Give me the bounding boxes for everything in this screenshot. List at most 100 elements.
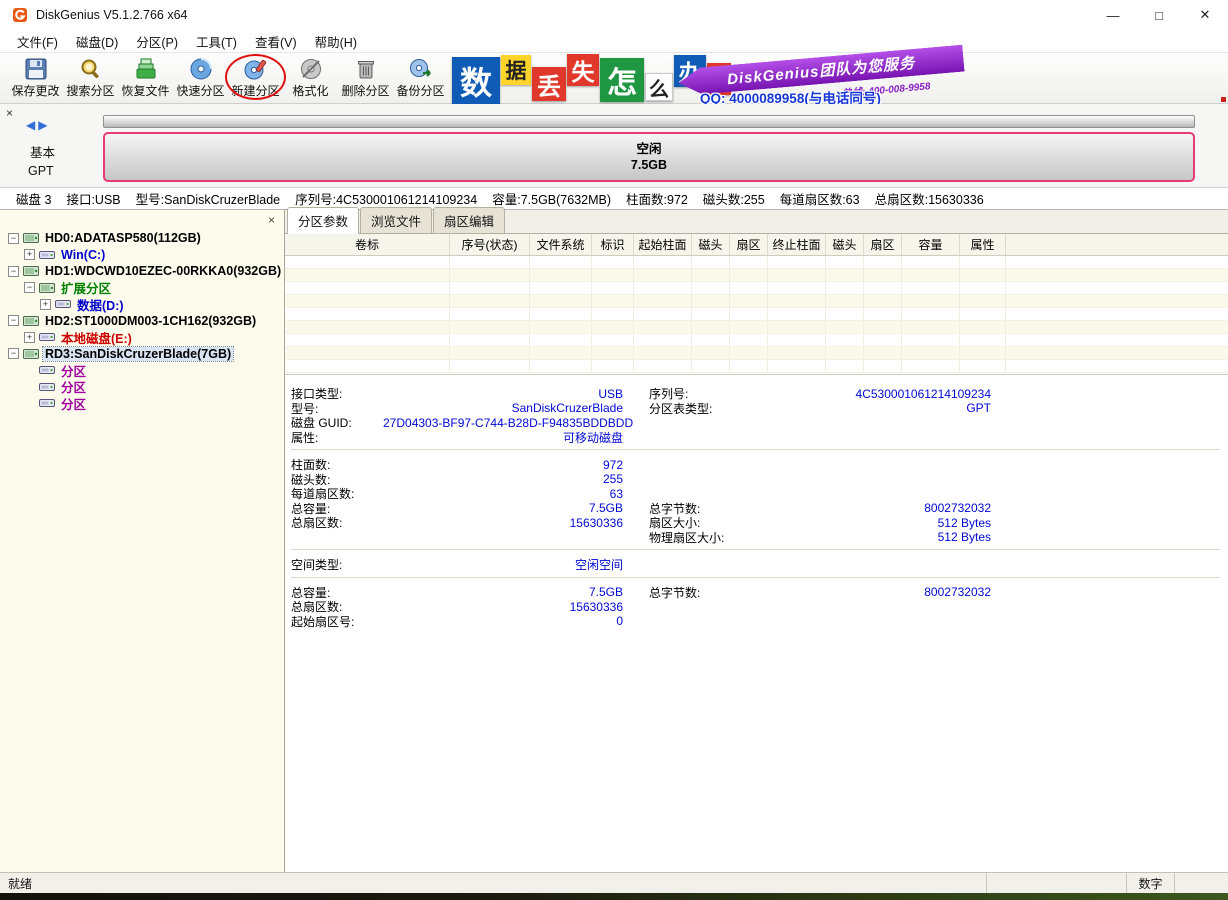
table-row[interactable] [285,321,1228,334]
nav-right-icon[interactable]: ▶ [38,118,50,132]
disk-info-field: 型号:SanDiskCruzerBlade [136,189,281,208]
maximize-icon[interactable]: □ [1136,0,1182,30]
column-header[interactable]: 磁头 [826,234,864,255]
table-cell [285,269,450,281]
toolbar-button[interactable]: 删除分区 [338,54,393,102]
details-row: 每道扇区数:63 [291,485,1220,500]
details-row: 属性:可移动磁盘 [291,429,1220,444]
table-cell [634,269,692,281]
column-header[interactable]: 属性 [960,234,1006,255]
menu-item[interactable]: 工具(T) [187,30,246,53]
toolbar-button[interactable]: 保存更改 [8,54,63,102]
table-cell [530,282,592,294]
tree-item[interactable]: −HD0:ADATASP580(112GB) [0,230,284,247]
detail-value: 可移动磁盘 [383,429,623,446]
toolbar-button[interactable]: 快速分区 [173,54,228,102]
disk-info-field: 容量:7.5GB(7632MB) [492,189,611,208]
expand-icon[interactable]: + [24,249,35,260]
table-row[interactable] [285,256,1228,269]
table-cell [768,308,826,320]
table-cell [768,282,826,294]
column-header[interactable]: 文件系统 [530,234,592,255]
table-cell [592,360,634,372]
expand-icon[interactable]: + [40,299,51,310]
detail-value: USB [383,387,623,401]
details-group: 空间类型:空闲空间 [291,555,1220,572]
table-cell-filler [1006,282,1228,294]
disk-info-field: 柱面数:972 [626,189,688,208]
menu-item[interactable]: 帮助(H) [306,30,366,53]
toolbar-button[interactable]: 搜索分区 [63,54,118,102]
collapse-icon[interactable]: − [24,282,35,293]
detail-label: 分区表类型: [649,400,799,417]
table-cell [902,321,960,333]
right-panel: 分区参数浏览文件扇区编辑 卷标序号(状态)文件系统标识起始柱面磁头扇区终止柱面磁… [285,210,1228,872]
tree-item[interactable]: −HD2:ST1000DM003-1CH162(932GB) [0,313,284,330]
table-cell [730,360,768,372]
menu-item[interactable]: 文件(F) [8,30,67,53]
details-row: 空间类型:空闲空间 [291,556,1220,571]
table-cell [864,347,902,359]
collapse-icon[interactable]: − [8,348,19,359]
toolbar-button[interactable]: 恢复文件 [118,54,173,102]
table-row[interactable] [285,347,1228,360]
tree-item[interactable]: 分区 [0,395,284,412]
menu-item[interactable]: 查看(V) [246,30,306,53]
volume-icon [39,331,55,343]
tree-item-label: 分区 [59,394,88,413]
tab-2[interactable]: 浏览文件 [360,207,432,233]
collapse-icon[interactable]: − [8,233,19,244]
hdd-icon [23,315,39,327]
column-header[interactable]: 扇区 [864,234,902,255]
tree-item[interactable]: 分区 [0,379,284,396]
tree-item[interactable]: + 本地磁盘(E:) [0,329,284,346]
expand-icon[interactable]: + [24,332,35,343]
table-row[interactable] [285,334,1228,347]
column-header[interactable]: 终止柱面 [768,234,826,255]
tree-item-label: 本地磁盘(E:) [59,328,134,347]
column-header[interactable]: 卷标 [285,234,450,255]
overview-close-icon[interactable]: × [6,106,13,120]
free-space-block[interactable]: 空闲 7.5GB [103,132,1195,182]
table-row[interactable] [285,308,1228,321]
table-row[interactable] [285,295,1228,308]
table-row[interactable] [285,360,1228,373]
column-header[interactable]: 起始柱面 [634,234,692,255]
table-cell [826,295,864,307]
tab-1[interactable]: 分区参数 [287,207,359,234]
details-row: 总容量:7.5GB总字节数:8002732032 [291,584,1220,599]
tree-close-icon[interactable]: × [268,213,275,227]
disk-map-strip[interactable] [103,115,1195,128]
column-header[interactable]: 标识 [592,234,634,255]
table-row[interactable] [285,282,1228,295]
tab-3[interactable]: 扇区编辑 [433,207,505,233]
collapse-icon[interactable]: − [8,315,19,326]
status-bar: 就绪 数字 [0,872,1228,893]
tree-item[interactable]: −扩展分区 [0,280,284,297]
column-header[interactable]: 序号(状态) [450,234,530,255]
disk-info-field: 每道扇区数:63 [780,189,860,208]
column-header[interactable]: 磁头 [692,234,730,255]
overview-label-gpt: GPT [28,164,54,178]
detail-value: 512 Bytes [799,530,991,544]
collapse-icon[interactable]: − [8,266,19,277]
tree-item[interactable]: +数据(D:) [0,296,284,313]
tree-item[interactable]: +Win(C:) [0,247,284,264]
minimize-icon[interactable]: — [1090,0,1136,30]
toolbar-button[interactable]: 备份分区 [393,54,448,102]
tree-item[interactable]: −HD1:WDCWD10EZEC-00RKKA0(932GB) [0,263,284,280]
detail-value: 63 [383,487,623,501]
column-header[interactable]: 扇区 [730,234,768,255]
toolbar-button[interactable]: 新建分区 [228,54,283,102]
toolbar-button[interactable]: 格式化 [283,54,338,102]
menu-item[interactable]: 分区(P) [127,30,187,53]
menu-item[interactable]: 磁盘(D) [67,30,127,53]
nav-left-icon[interactable]: ◀ [26,118,38,132]
column-header[interactable]: 容量 [902,234,960,255]
tree-item[interactable]: 分区 [0,362,284,379]
close-icon[interactable]: ✕ [1182,0,1228,30]
toolbar-button-label: 保存更改 [11,82,59,99]
table-row[interactable] [285,269,1228,282]
tree-item[interactable]: −RD3:SanDiskCruzerBlade(7GB) [0,346,284,363]
table-cell [530,269,592,281]
